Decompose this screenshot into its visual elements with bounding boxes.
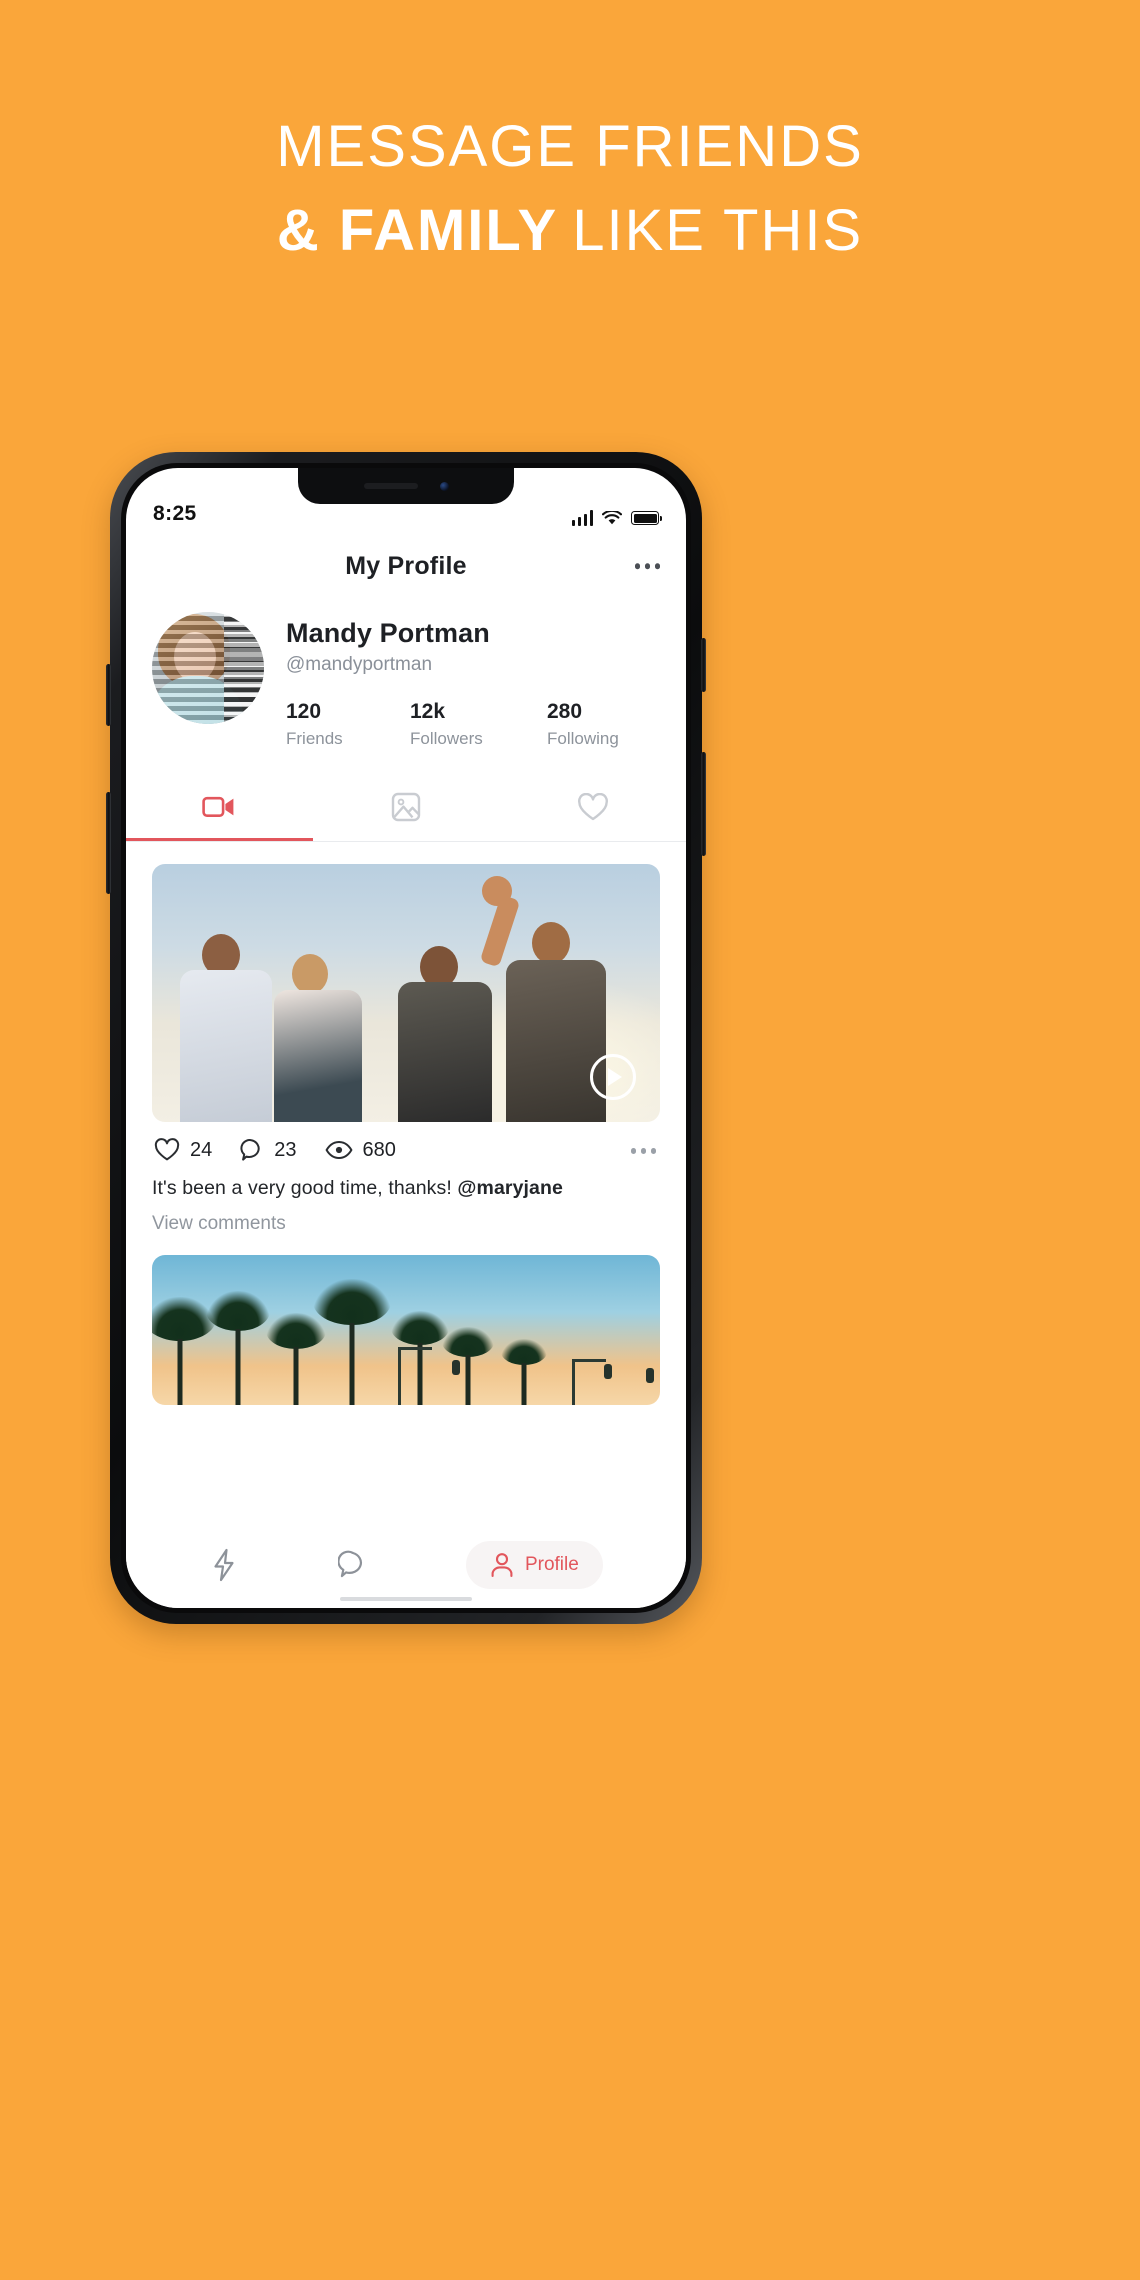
comment-count: 23: [274, 1138, 297, 1161]
stat-value: 120: [286, 700, 322, 723]
earpiece-speaker-icon: [363, 483, 418, 489]
home-indicator: [340, 1597, 472, 1601]
stat-value: 280: [547, 700, 583, 723]
more-horizontal-icon[interactable]: [634, 563, 660, 569]
stat-following[interactable]: 280 Following: [547, 700, 619, 749]
headline-bold-part: & FAMILY: [276, 198, 559, 263]
lightning-bolt-icon: [214, 1548, 234, 1582]
feed: 24 23 680 It's been a very good time, th…: [126, 864, 686, 1405]
wifi-icon: [602, 510, 622, 524]
stat-friends[interactable]: 120 Friends: [286, 700, 410, 749]
palm-trees-photo[interactable]: [152, 1255, 660, 1405]
profile-section: Mandy Portman @mandyportman 120 Friends …: [126, 598, 686, 749]
stat-value: 12k: [410, 700, 446, 723]
play-circle-icon[interactable]: [590, 1054, 636, 1100]
tab-likes[interactable]: [499, 773, 686, 841]
bottom-navigation: Profile: [126, 1522, 686, 1608]
cellular-bars-icon: [571, 510, 593, 526]
profile-name: Mandy Portman: [286, 618, 490, 648]
heart-icon: [154, 1138, 180, 1161]
image-icon: [391, 792, 421, 822]
stat-label: Followers: [410, 729, 483, 748]
page-title: My Profile: [345, 551, 467, 580]
post-item: 24 23 680 It's been a very good time, th…: [152, 864, 660, 1235]
comment-action[interactable]: 23: [240, 1138, 297, 1162]
phone-mockup: 8:25 My Profile Mandy Portman @mandyport…: [106, 452, 706, 1624]
caption-text: It's been a very good time, thanks!: [152, 1177, 458, 1199]
profile-stats: 120 Friends 12k Followers 280 Following: [286, 700, 660, 749]
avatar[interactable]: [152, 612, 264, 724]
profile-pill-label: Profile: [524, 1554, 579, 1575]
view-count: 680: [362, 1138, 396, 1161]
post-engagement: 24 23 680: [152, 1122, 660, 1162]
caption-mention[interactable]: @maryjane: [457, 1177, 563, 1199]
active-tab-indicator: [126, 838, 313, 841]
promo-headline: MESSAGE FRIENDS & FAMILY LIKE THIS: [0, 118, 1140, 260]
phone-notch: [298, 468, 514, 504]
nav-item-messages[interactable]: [337, 1550, 368, 1580]
phone-bezel: 8:25 My Profile Mandy Portman @mandyport…: [121, 463, 691, 1613]
headline-line-1: MESSAGE FRIENDS: [276, 114, 864, 179]
eye-icon: [325, 1141, 352, 1159]
more-horizontal-icon[interactable]: [630, 1148, 656, 1154]
person-icon: [491, 1553, 513, 1578]
nav-item-profile[interactable]: Profile: [465, 1541, 603, 1589]
volume-down-button[interactable]: [106, 792, 111, 894]
tab-videos[interactable]: [126, 773, 313, 841]
views-action: 680: [325, 1139, 396, 1162]
view-comments-link[interactable]: View comments: [152, 1213, 660, 1235]
battery-full-icon: [631, 511, 662, 525]
post-caption: It's been a very good time, thanks! @mar…: [152, 1177, 660, 1200]
nav-item-activity[interactable]: [209, 1548, 239, 1582]
phone-screen: 8:25 My Profile Mandy Portman @mandyport…: [126, 468, 686, 1608]
video-thumbnail[interactable]: [152, 864, 660, 1122]
app-header: My Profile: [126, 534, 686, 598]
stat-followers[interactable]: 12k Followers: [410, 700, 547, 749]
profile-pill[interactable]: Profile: [465, 1541, 603, 1589]
volume-up-button[interactable]: [106, 664, 111, 726]
status-indicators: [571, 510, 662, 526]
like-count: 24: [190, 1138, 213, 1161]
status-time: 8:25: [153, 502, 197, 525]
headline-light-part: LIKE THIS: [572, 198, 864, 263]
alert-slider-button[interactable]: [701, 638, 706, 692]
profile-handle: @mandyportman: [286, 654, 433, 675]
tabs-divider: [126, 841, 686, 842]
chat-bubble-icon: [337, 1550, 362, 1578]
front-camera-icon: [439, 481, 449, 491]
tab-photos[interactable]: [313, 773, 500, 841]
comment-bubble-icon: [240, 1139, 260, 1161]
stat-label: Friends: [286, 729, 343, 748]
power-button[interactable]: [701, 752, 706, 856]
profile-tabs: [126, 773, 686, 841]
stat-label: Following: [547, 729, 619, 748]
profile-info: Mandy Portman @mandyportman 120 Friends …: [286, 612, 660, 749]
headline-line-2: & FAMILY LIKE THIS: [0, 202, 1140, 260]
like-action[interactable]: 24: [154, 1138, 212, 1162]
video-camera-icon: [202, 796, 234, 817]
heart-icon: [577, 792, 608, 820]
